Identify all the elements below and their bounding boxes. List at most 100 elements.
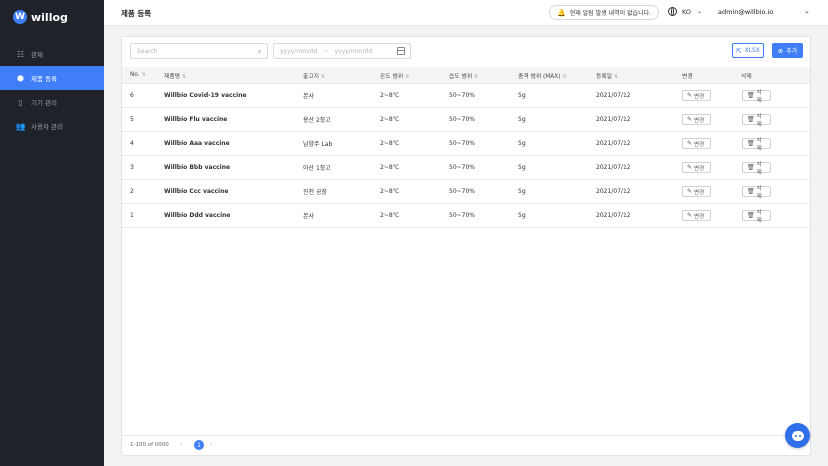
cell-name: Willbio Ccc vaccine [164, 188, 229, 195]
table-header: No. ⇅ 제품명 ⇅ 출고지 ⇅ 온도 범위 ⇅ 습도 범위 ⇅ 충격 범위 (MAX)… [122, 67, 810, 84]
sort-icon: ⇅ [405, 73, 410, 80]
user-email[interactable]: admin@willbio.io [718, 8, 773, 16]
delete-button[interactable]: 🗑 삭제 [742, 210, 771, 224]
xlsx-export-button[interactable]: ⇱ XLSX [732, 43, 764, 58]
chevron-down-icon[interactable]: ⌄ [804, 7, 810, 15]
cell-name: Willbio Covid-19 vaccine [164, 92, 247, 99]
cell-temp: 2~8℃ [380, 212, 400, 219]
search-input[interactable] [137, 47, 247, 55]
bell-icon: 🔔 [557, 8, 566, 17]
date-end[interactable]: yyyy/mm/dd [335, 48, 373, 55]
column-header-edit: 변경 [682, 73, 693, 80]
device-icon: ▯ [18, 97, 23, 107]
column-header-date[interactable]: 등록일 ⇅ [596, 71, 618, 80]
sidebar-item-label: 관제 [31, 51, 43, 59]
pencil-icon: ✎ [687, 140, 693, 147]
cell-date: 2021/07/12 [596, 92, 631, 99]
column-header-origin[interactable]: 출고지 ⇅ [303, 71, 325, 80]
chevron-right-icon[interactable]: › [210, 441, 212, 448]
table-footer: 1-100 of 0000 ‹ 1 › [122, 435, 810, 455]
chevron-left-icon[interactable]: ‹ [180, 441, 182, 448]
trash-icon: 🗑 [747, 164, 755, 171]
cell-humidity: 50~70% [449, 92, 475, 99]
cell-no: 1 [130, 212, 134, 219]
edit-button[interactable]: ✎ 변경 [682, 90, 711, 101]
cell-temp: 2~8℃ [380, 188, 400, 195]
cell-temp: 2~8℃ [380, 92, 400, 99]
trash-icon: 🗑 [747, 188, 755, 195]
table-row: 1 Willbio Ddd vaccine 본사 2~8℃ 50~70% 5g … [122, 204, 810, 228]
product-card: ⌕ yyyy/mm/dd ~ yyyy/mm/dd ⇱ XLSX ⊕ 추가 No… [121, 36, 811, 456]
sidebar-item-product-registration[interactable]: ⬢ 제품 등록 [0, 66, 104, 90]
pencil-icon: ✎ [687, 164, 693, 171]
cell-origin: 남양주 Lab [303, 141, 333, 148]
sort-icon: ⇅ [141, 72, 146, 78]
column-header-name[interactable]: 제품명 ⇅ [164, 71, 186, 80]
pencil-icon: ✎ [687, 92, 693, 99]
sort-icon: ⇅ [321, 73, 326, 80]
plus-circle-icon: ⊕ [777, 46, 784, 55]
cell-date: 2021/07/12 [596, 188, 631, 195]
edit-button[interactable]: ✎ 변경 [682, 162, 711, 173]
edit-button[interactable]: ✎ 변경 [682, 186, 711, 197]
search-icon[interactable]: ⌕ [258, 47, 262, 57]
cell-no: 6 [130, 92, 134, 99]
delete-button[interactable]: 🗑 삭제 [742, 138, 771, 152]
column-header-humidity[interactable]: 습도 범위 ⇅ [449, 71, 478, 80]
globe-icon [668, 7, 677, 16]
sidebar-item-label: 사용자 관리 [31, 123, 63, 131]
sidebar-item-monitoring[interactable]: ☷ 관제 [0, 42, 104, 66]
delete-button[interactable]: 🗑 삭제 [742, 162, 771, 176]
table-row: 3 Willbio Bbb vaccine 아산 1창고 2~8℃ 50~70%… [122, 156, 810, 180]
edit-button[interactable]: ✎ 변경 [682, 210, 711, 221]
delete-button[interactable]: 🗑 삭제 [742, 186, 771, 200]
cell-name: Willbio Ddd vaccine [164, 212, 231, 219]
add-label: 추가 [786, 48, 798, 55]
users-icon: 👥 [15, 121, 26, 131]
table-row: 6 Willbio Covid-19 vaccine 본사 2~8℃ 50~70… [122, 84, 810, 108]
page-title: 제품 등록 [121, 9, 152, 18]
cell-date: 2021/07/12 [596, 140, 631, 147]
cell-origin: 본사 [303, 93, 315, 100]
cell-date: 2021/07/12 [596, 164, 631, 171]
language-label: KO [682, 7, 692, 16]
delete-button[interactable]: 🗑 삭제 [742, 90, 771, 104]
row-count: 1-100 of 0000 [130, 442, 169, 448]
date-range-picker[interactable]: yyyy/mm/dd ~ yyyy/mm/dd [273, 43, 411, 59]
logo-mark: W [13, 10, 27, 24]
pencil-icon: ✎ [687, 212, 693, 219]
date-start[interactable]: yyyy/mm/dd [280, 48, 318, 55]
cell-origin: 진천 공장 [303, 189, 327, 196]
edit-button[interactable]: ✎ 변경 [682, 138, 711, 149]
sidebar-nav: ☷ 관제 ⬢ 제품 등록 ▯ 기기 관리 👥 사용자 관리 [0, 42, 104, 138]
delete-button[interactable]: 🗑 삭제 [742, 114, 771, 128]
sidebar-item-device-management[interactable]: ▯ 기기 관리 [0, 90, 104, 114]
edit-button[interactable]: ✎ 변경 [682, 114, 711, 125]
alert-status-button[interactable]: 🔔 현재 알림 발생 내역이 없습니다. [549, 5, 660, 20]
pencil-icon: ✎ [687, 116, 693, 123]
logo[interactable]: W willog [13, 10, 68, 24]
cell-shock: 5g [518, 188, 526, 195]
column-header-no[interactable]: No. ⇅ [130, 72, 146, 78]
alert-text: 현재 알림 발생 내역이 없습니다. [569, 10, 652, 17]
language-selector[interactable]: KO ⌄ [668, 7, 702, 16]
calendar-icon[interactable] [397, 47, 405, 55]
cell-humidity: 50~70% [449, 116, 475, 123]
cell-no: 4 [130, 140, 134, 147]
page-button-current[interactable]: 1 [194, 440, 204, 450]
search-box: ⌕ [130, 43, 268, 59]
cell-shock: 5g [518, 140, 526, 147]
xlsx-label: XLSX [744, 47, 760, 54]
product-table: No. ⇅ 제품명 ⇅ 출고지 ⇅ 온도 범위 ⇅ 습도 범위 ⇅ 충격 범위 (MAX)… [122, 67, 810, 228]
chat-button[interactable] [785, 423, 810, 448]
cell-no: 5 [130, 116, 134, 123]
table-row: 2 Willbio Ccc vaccine 진천 공장 2~8℃ 50~70% … [122, 180, 810, 204]
add-button[interactable]: ⊕ 추가 [772, 43, 803, 58]
header: 제품 등록 🔔 현재 알림 발생 내역이 없습니다. KO ⌄ admin@wi… [104, 0, 828, 26]
sidebar: W willog ☷ 관제 ⬢ 제품 등록 ▯ 기기 관리 👥 사용자 관리 [0, 0, 104, 466]
chat-bubble-icon [791, 430, 804, 441]
column-header-shock[interactable]: 충격 범위 (MAX) ⇅ [518, 71, 567, 80]
column-header-temp[interactable]: 온도 범위 ⇅ [380, 71, 409, 80]
sidebar-item-user-management[interactable]: 👥 사용자 관리 [0, 114, 104, 138]
chevron-down-icon: ⌄ [697, 8, 703, 15]
